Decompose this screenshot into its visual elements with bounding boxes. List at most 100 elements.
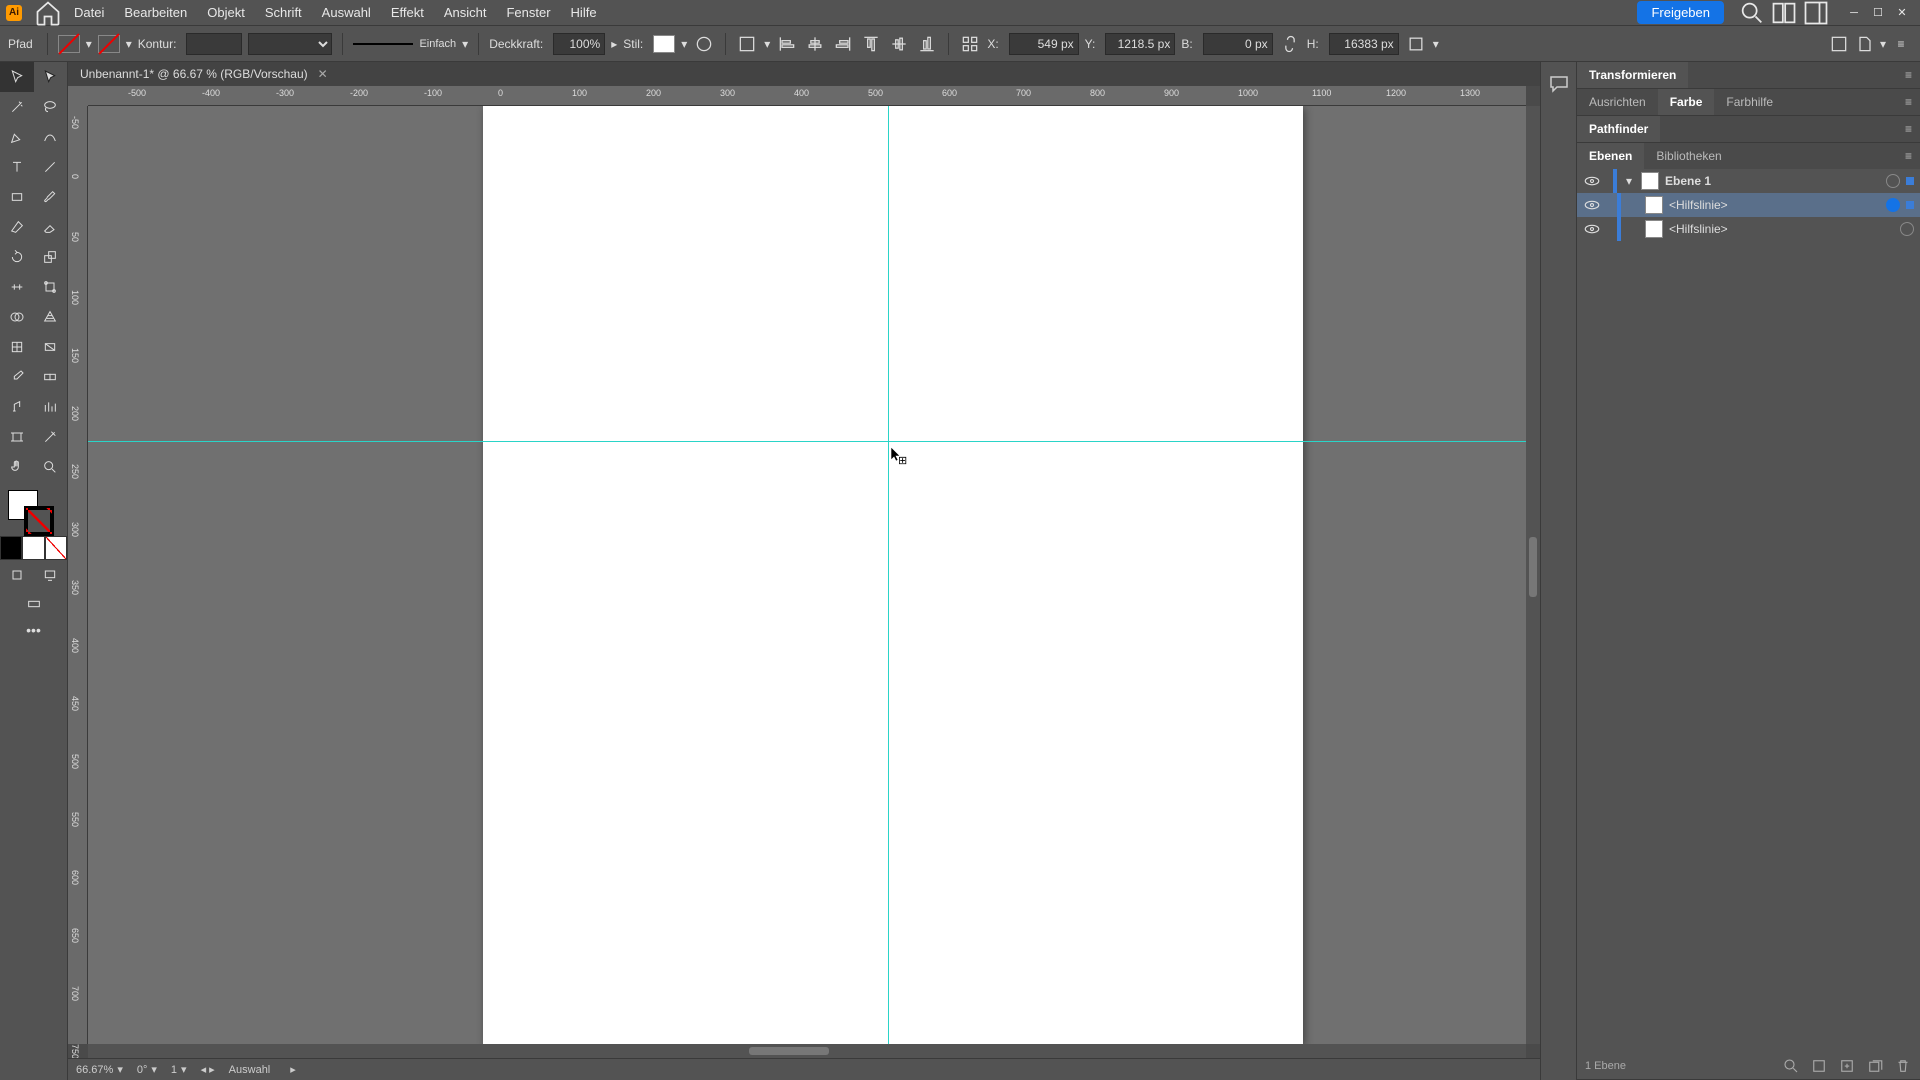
visibility-toggle-icon[interactable] bbox=[1583, 172, 1601, 190]
menu-hilfe[interactable]: Hilfe bbox=[561, 5, 607, 20]
h-field[interactable] bbox=[1329, 33, 1399, 55]
target-icon[interactable] bbox=[1886, 198, 1900, 212]
menu-schrift[interactable]: Schrift bbox=[255, 5, 312, 20]
align-vcenter-icon[interactable] bbox=[888, 33, 910, 55]
menu-fenster[interactable]: Fenster bbox=[496, 5, 560, 20]
panel-menu-icon[interactable]: ≡ bbox=[1897, 122, 1920, 136]
ruler-origin[interactable] bbox=[68, 86, 88, 106]
rectangle-tool[interactable] bbox=[0, 182, 34, 212]
tab-farbe[interactable]: Farbe bbox=[1658, 89, 1715, 115]
artboard-nav[interactable]: 1 bbox=[171, 1064, 177, 1076]
stroke-color[interactable] bbox=[24, 506, 54, 536]
eyedropper-tool[interactable] bbox=[0, 362, 34, 392]
magic-wand-tool[interactable] bbox=[0, 92, 34, 122]
pen-tool[interactable] bbox=[0, 122, 34, 152]
symbol-sprayer-tool[interactable] bbox=[0, 392, 34, 422]
lasso-tool[interactable] bbox=[34, 92, 68, 122]
column-graph-tool[interactable] bbox=[34, 392, 68, 422]
curvature-tool[interactable] bbox=[34, 122, 68, 152]
perspective-grid-tool[interactable] bbox=[34, 302, 68, 332]
stroke-weight-field[interactable] bbox=[186, 33, 242, 55]
hand-tool[interactable] bbox=[0, 452, 34, 482]
recolor-artwork-icon[interactable] bbox=[693, 33, 715, 55]
y-field[interactable] bbox=[1105, 33, 1175, 55]
target-icon[interactable] bbox=[1886, 174, 1900, 188]
ruler-vertical[interactable]: -500501001502002503003504004505005506006… bbox=[68, 106, 88, 1044]
width-tool[interactable] bbox=[0, 272, 34, 302]
sublayer-name[interactable]: <Hilfslinie> bbox=[1669, 222, 1894, 236]
fill-swatch[interactable] bbox=[58, 35, 80, 53]
shape-properties-icon[interactable] bbox=[1405, 33, 1427, 55]
shape-builder-tool[interactable] bbox=[0, 302, 34, 332]
sublayer-name[interactable]: <Hilfslinie> bbox=[1669, 198, 1880, 212]
variable-width-profile[interactable] bbox=[248, 33, 332, 55]
direct-selection-tool[interactable] bbox=[34, 62, 68, 92]
tab-pathfinder[interactable]: Pathfinder bbox=[1577, 116, 1660, 142]
stroke-swatch[interactable] bbox=[98, 35, 120, 53]
w-field[interactable] bbox=[1203, 33, 1273, 55]
viewport[interactable]: ⊞ bbox=[88, 106, 1526, 1044]
menu-effekt[interactable]: Effekt bbox=[381, 5, 434, 20]
graphic-style-swatch[interactable] bbox=[653, 35, 675, 53]
window-maximize[interactable]: ☐ bbox=[1868, 5, 1888, 21]
scrollbar-horizontal[interactable] bbox=[88, 1044, 1526, 1058]
align-hcenter-icon[interactable] bbox=[804, 33, 826, 55]
align-to-selection-icon[interactable] bbox=[736, 33, 758, 55]
visibility-toggle-icon[interactable] bbox=[1583, 220, 1601, 238]
menu-auswahl[interactable]: Auswahl bbox=[312, 5, 381, 20]
menu-bearbeiten[interactable]: Bearbeiten bbox=[114, 5, 197, 20]
screen-mode-icon[interactable] bbox=[34, 560, 68, 590]
menu-ansicht[interactable]: Ansicht bbox=[434, 5, 497, 20]
arrange-documents-icon[interactable] bbox=[1770, 2, 1798, 24]
edit-similar-icon[interactable] bbox=[1854, 33, 1876, 55]
share-button[interactable]: Freigeben bbox=[1637, 1, 1724, 24]
color-mode-chips[interactable] bbox=[0, 536, 67, 560]
close-tab-icon[interactable]: ✕ bbox=[318, 67, 328, 81]
align-bottom-icon[interactable] bbox=[916, 33, 938, 55]
sublayer-row[interactable]: <Hilfslinie> bbox=[1577, 193, 1920, 217]
tab-ausrichten[interactable]: Ausrichten bbox=[1577, 89, 1658, 115]
window-minimize[interactable]: ─ bbox=[1844, 5, 1864, 21]
tab-bibliotheken[interactable]: Bibliotheken bbox=[1644, 143, 1733, 169]
layer-row[interactable]: ▾ Ebene 1 bbox=[1577, 169, 1920, 193]
tab-ebenen[interactable]: Ebenen bbox=[1577, 143, 1644, 169]
sublayer-row[interactable]: <Hilfslinie> bbox=[1577, 217, 1920, 241]
free-transform-tool[interactable] bbox=[34, 272, 68, 302]
scrollbar-vertical[interactable] bbox=[1526, 106, 1540, 1044]
document-tab-title[interactable]: Unbenannt-1* @ 66.67 % (RGB/Vorschau) bbox=[80, 67, 308, 81]
align-top-icon[interactable] bbox=[860, 33, 882, 55]
delete-layer-icon[interactable] bbox=[1894, 1057, 1912, 1075]
make-clipping-mask-icon[interactable] bbox=[1810, 1057, 1828, 1075]
visibility-toggle-icon[interactable] bbox=[1583, 196, 1601, 214]
menu-datei[interactable]: Datei bbox=[64, 5, 114, 20]
workspace-switcher-icon[interactable] bbox=[1802, 2, 1830, 24]
artboard-tool[interactable] bbox=[0, 422, 34, 452]
mesh-tool[interactable] bbox=[0, 332, 34, 362]
link-wh-icon[interactable] bbox=[1279, 33, 1301, 55]
comments-dock-icon[interactable] bbox=[1547, 72, 1571, 96]
fill-stroke-control[interactable] bbox=[0, 486, 67, 536]
locate-object-icon[interactable] bbox=[1782, 1057, 1800, 1075]
align-right-icon[interactable] bbox=[832, 33, 854, 55]
guide-horizontal[interactable] bbox=[88, 441, 1526, 442]
eraser-tool[interactable] bbox=[34, 212, 68, 242]
panel-menu-icon[interactable]: ≡ bbox=[1897, 68, 1920, 82]
align-left-icon[interactable] bbox=[776, 33, 798, 55]
rotate-tool[interactable] bbox=[0, 242, 34, 272]
transform-panel-icon[interactable] bbox=[959, 33, 981, 55]
tab-transformieren[interactable]: Transformieren bbox=[1577, 62, 1688, 88]
type-tool[interactable] bbox=[0, 152, 34, 182]
paintbrush-tool[interactable] bbox=[34, 182, 68, 212]
x-field[interactable] bbox=[1009, 33, 1079, 55]
zoom-level[interactable]: 66.67% bbox=[76, 1064, 113, 1076]
tab-farbhilfe[interactable]: Farbhilfe bbox=[1714, 89, 1785, 115]
ruler-horizontal[interactable]: -500-400-300-200-10001002003004005006007… bbox=[88, 86, 1526, 106]
layer-name[interactable]: Ebene 1 bbox=[1665, 174, 1880, 188]
blend-tool[interactable] bbox=[34, 362, 68, 392]
opacity-field[interactable] bbox=[553, 33, 605, 55]
window-close[interactable]: ✕ bbox=[1892, 5, 1912, 21]
isolate-icon[interactable] bbox=[1828, 33, 1850, 55]
line-segment-tool[interactable] bbox=[34, 152, 68, 182]
menu-objekt[interactable]: Objekt bbox=[197, 5, 255, 20]
target-icon[interactable] bbox=[1900, 222, 1914, 236]
